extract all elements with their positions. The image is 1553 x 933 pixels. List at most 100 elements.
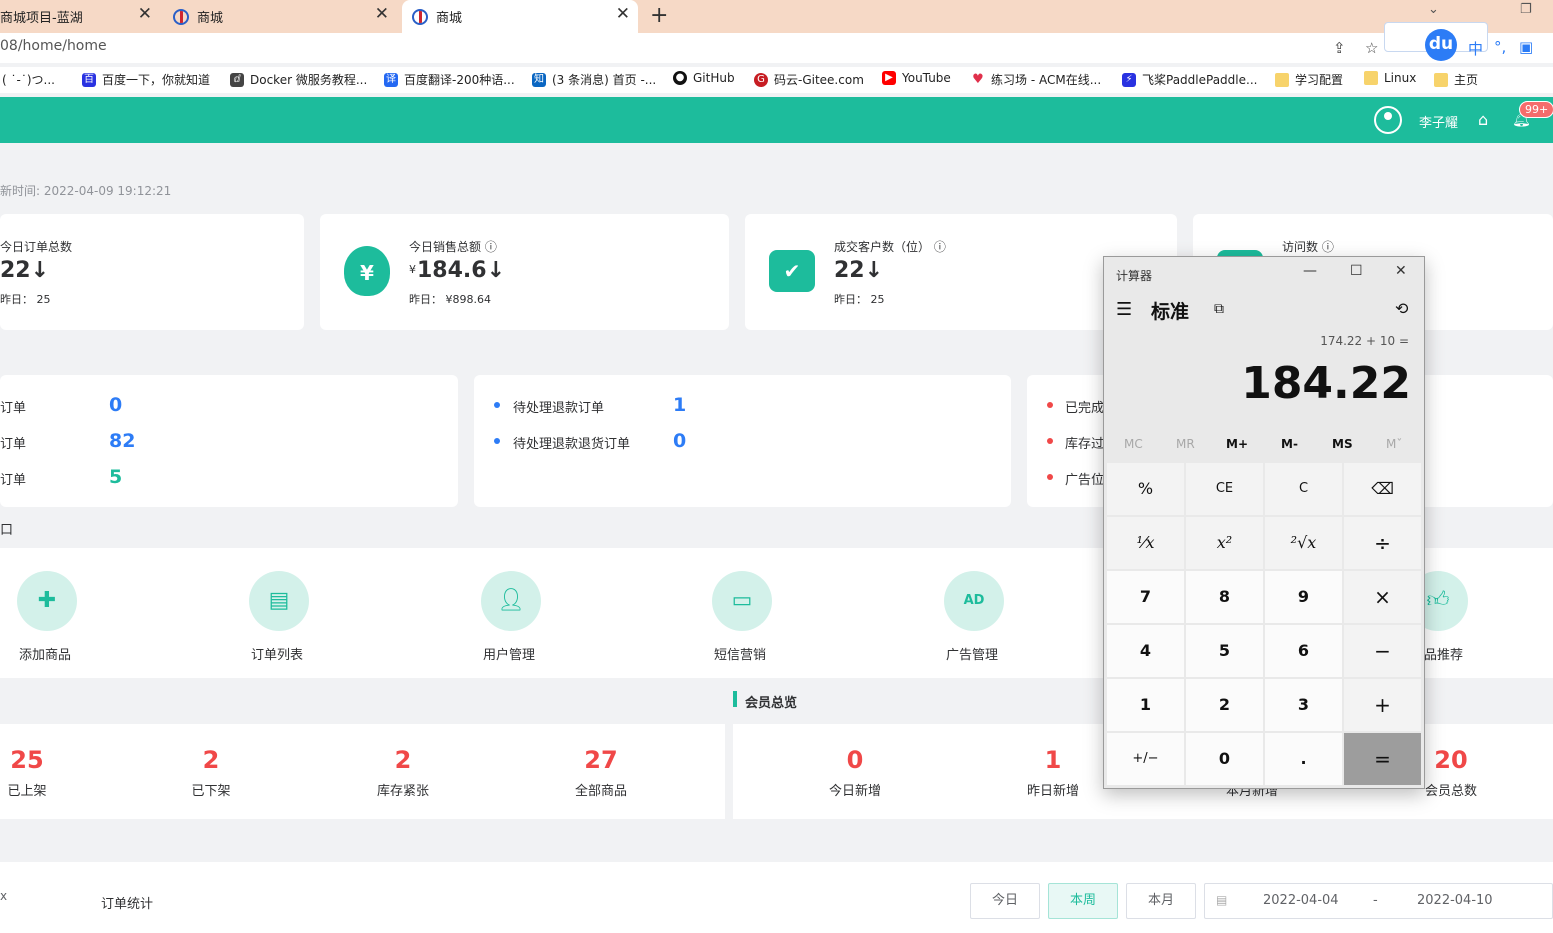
quick-label[interactable]: 添加商品 <box>19 644 71 663</box>
todo-value[interactable]: 0 <box>673 430 686 452</box>
baidu-du-icon[interactable]: du <box>1425 29 1457 61</box>
stat-currency: ¥ <box>409 263 416 276</box>
todo-panel-orders: 订单 0 订单 82 订单 5 <box>0 375 458 507</box>
key-plus[interactable]: + <box>1344 679 1421 731</box>
memory-store[interactable]: MS <box>1332 437 1353 451</box>
close-icon[interactable]: ✕ <box>138 4 152 24</box>
new-tab-button[interactable]: + <box>650 3 668 28</box>
bookmark-label: ( ˙-˙)つ... <box>2 73 55 87</box>
btn-this-month[interactable]: 本月 <box>1126 883 1196 919</box>
hamburger-icon[interactable]: ☰ <box>1116 299 1132 320</box>
stat-label: 成交客户数（位） ⓘ <box>834 240 946 254</box>
bookmark-item[interactable]: ● GitHub <box>673 71 735 85</box>
bookmark-item[interactable]: 百百度一下，你就知道 <box>82 71 210 88</box>
stat-value: 184.6↓ <box>417 258 506 283</box>
bookmark-folder[interactable]: 主页 <box>1434 71 1478 88</box>
maximize-icon[interactable]: ☐ <box>1350 263 1363 279</box>
ime-punct-icon[interactable]: °, <box>1494 38 1506 56</box>
key-multiply[interactable]: × <box>1344 571 1421 623</box>
key-4[interactable]: 4 <box>1107 625 1184 677</box>
key-2[interactable]: 2 <box>1186 679 1263 731</box>
bookmark-item[interactable]: ▶ YouTube <box>882 71 951 85</box>
close-icon[interactable]: ✕ <box>616 4 630 24</box>
wallet-check-icon: ✔ <box>769 250 815 292</box>
username[interactable]: 李子耀 <box>1419 112 1458 131</box>
memory-recall: MR <box>1176 437 1195 451</box>
quick-label[interactable]: 广告管理 <box>946 644 998 663</box>
key-percent[interactable]: % <box>1107 463 1184 515</box>
key-minus[interactable]: − <box>1344 625 1421 677</box>
tab-shop-active[interactable]: 商城 ✕ <box>402 0 638 33</box>
bookmark-label: Docker 微服务教程... <box>250 73 368 87</box>
bookmark-folder[interactable]: Linux <box>1364 71 1416 85</box>
start-date[interactable]: 2022-04-04 <box>1263 893 1339 908</box>
ime-lang[interactable]: 中 <box>1468 38 1483 59</box>
minimize-icon[interactable]: — <box>1303 263 1317 279</box>
memory-add[interactable]: M+ <box>1226 437 1248 451</box>
restore-icon[interactable]: ❐ <box>1520 2 1532 17</box>
key-equals[interactable]: = <box>1344 733 1421 785</box>
bookmark-item[interactable]: 译百度翻译-200种语... <box>384 71 515 88</box>
quick-label[interactable]: 短信营销 <box>714 644 766 663</box>
backspace-icon[interactable]: ⌫ <box>1344 463 1421 515</box>
todo-value[interactable]: 5 <box>109 466 122 488</box>
quick-label[interactable]: 订单列表 <box>251 644 303 663</box>
key-sqrt[interactable]: ²√x <box>1265 517 1342 569</box>
chevron-down-icon[interactable]: ⌄ <box>1428 2 1439 17</box>
url-input[interactable]: 08/home/home <box>0 38 107 54</box>
key-6[interactable]: 6 <box>1265 625 1342 677</box>
key-9[interactable]: 9 <box>1265 571 1342 623</box>
bookmark-item[interactable]: 知 (3 条消息) 首页 -... <box>532 71 656 88</box>
bookmark-item[interactable]: G 码云-Gitee.com <box>754 71 864 88</box>
memory-list: Mˇ <box>1386 437 1403 451</box>
key-5[interactable]: 5 <box>1186 625 1263 677</box>
quick-label[interactable]: 用户管理 <box>483 644 535 663</box>
overview-label: 已下架 <box>191 784 231 799</box>
key-divide[interactable]: ÷ <box>1344 517 1421 569</box>
share-icon[interactable]: ⇪ <box>1333 39 1346 57</box>
date-range-picker[interactable] <box>1204 883 1553 919</box>
users-icon[interactable]: 👤︎ <box>481 571 541 631</box>
close-icon[interactable]: ✕ <box>1395 263 1407 279</box>
end-date[interactable]: 2022-04-10 <box>1417 893 1493 908</box>
history-icon[interactable]: ⟲ <box>1395 299 1408 318</box>
tab-lanhu[interactable]: 商城项目-蓝湖 ✕ <box>0 0 160 33</box>
btn-this-week[interactable]: 本周 <box>1048 883 1118 919</box>
avatar[interactable] <box>1374 106 1402 134</box>
clipboard-icon[interactable]: ▤ <box>249 571 309 631</box>
toolbox-icon[interactable]: ▣ <box>1519 38 1533 56</box>
close-icon[interactable]: ✕ <box>375 4 389 24</box>
key-1[interactable]: 1 <box>1107 679 1184 731</box>
bookmark-item[interactable]: ( ˙-˙)つ... <box>2 71 55 88</box>
bag-plus-icon[interactable]: ✚ <box>17 571 77 631</box>
key-c[interactable]: C <box>1265 463 1342 515</box>
stat-yesterday: 昨日： 25 <box>834 293 885 306</box>
bookmark-item[interactable]: ⚡ 飞桨PaddlePaddle... <box>1122 71 1257 88</box>
key-3[interactable]: 3 <box>1265 679 1342 731</box>
key-square[interactable]: x² <box>1186 517 1263 569</box>
bookmark-item[interactable]: ⅆ Docker 微服务教程... <box>230 71 367 88</box>
home-icon[interactable]: ⌂ <box>1478 110 1488 129</box>
keep-on-top-icon[interactable]: ⧉ <box>1214 301 1224 317</box>
key-negate[interactable]: +/− <box>1107 733 1184 785</box>
key-reciprocal[interactable]: ¹⁄x <box>1107 517 1184 569</box>
key-ce[interactable]: CE <box>1186 463 1263 515</box>
key-8[interactable]: 8 <box>1186 571 1263 623</box>
ad-icon[interactable]: AD <box>944 571 1004 631</box>
range-separator: - <box>1373 893 1378 908</box>
btn-today[interactable]: 今日 <box>970 883 1040 919</box>
app-header <box>0 97 1553 143</box>
quick-label[interactable]: 品推荐 <box>1424 644 1463 663</box>
memory-subtract[interactable]: M- <box>1281 437 1298 451</box>
bookmark-folder[interactable]: 学习配置 <box>1275 71 1343 88</box>
todo-value[interactable]: 1 <box>673 394 686 416</box>
star-icon[interactable]: ☆ <box>1365 39 1378 57</box>
todo-value[interactable]: 0 <box>109 394 122 416</box>
tab-shop-1[interactable]: 商城 ✕ <box>165 0 397 33</box>
todo-value[interactable]: 82 <box>109 430 135 452</box>
key-0[interactable]: 0 <box>1186 733 1263 785</box>
key-7[interactable]: 7 <box>1107 571 1184 623</box>
key-decimal[interactable]: . <box>1265 733 1342 785</box>
bookmark-item[interactable]: ♥ 练习场 - ACM在线... <box>971 71 1101 88</box>
message-icon[interactable]: ▭ <box>712 571 772 631</box>
